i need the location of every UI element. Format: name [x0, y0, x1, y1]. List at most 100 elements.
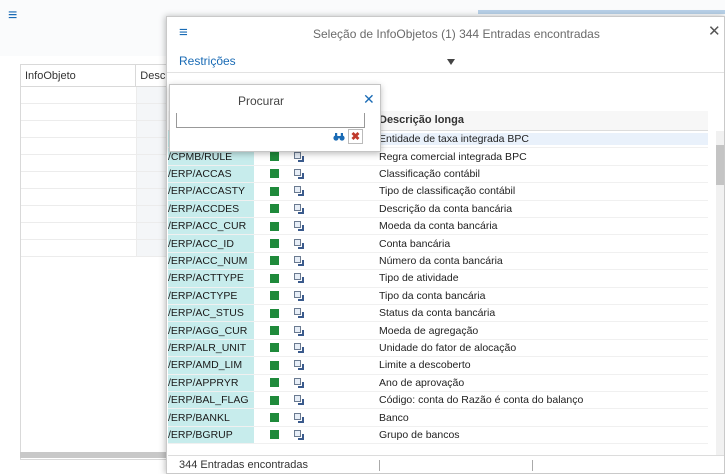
table-row[interactable]: /ERP/ACCDES Descrição da conta bancária [168, 200, 708, 218]
binoculars-icon[interactable] [332, 130, 346, 144]
table-row[interactable]: /ERP/ACTYPE Tipo da conta bancária [168, 287, 708, 305]
dialog-toolbar: Restrições [167, 51, 724, 73]
type-cell [294, 392, 374, 408]
background-table-row [21, 223, 169, 240]
table-row[interactable]: /ERP/AMD_LIM Limite a descoberto [168, 357, 708, 375]
infoobject-key: /ERP/ACCASTY [168, 183, 254, 200]
find-close-icon[interactable]: ✕ [363, 92, 375, 106]
infoobject-type-icon [294, 325, 304, 336]
restrictions-link[interactable]: Restrições [179, 54, 236, 68]
table-row[interactable]: /ERP/APPRYR Ano de aprovação [168, 374, 708, 392]
background-table-header: InfoObjeto Descr [21, 65, 169, 87]
long-description: Grupo de bancos [379, 428, 460, 441]
background-table: InfoObjeto Descr [20, 64, 170, 460]
type-cell [294, 322, 374, 338]
dialog-title: Seleção de InfoObjetos (1) 344 Entradas … [313, 27, 600, 41]
footer-separator [532, 460, 533, 471]
menu-icon[interactable]: ≡ [8, 8, 22, 24]
infoobject-key: /ERP/AMD_LIM [168, 357, 254, 374]
active-status-icon [269, 256, 279, 266]
dialog-header: ≡ Seleção de InfoObjetos (1) 344 Entrada… [167, 17, 724, 51]
infoobject-type-icon [294, 429, 304, 440]
infoobject-type-icon [294, 273, 304, 284]
long-description: Conta bancária [379, 237, 451, 250]
long-description: Moeda de agregação [379, 324, 479, 337]
table-row[interactable]: /ERP/ALR_UNIT Unidade do fator de alocaçã… [168, 339, 708, 358]
filter-dropdown-icon[interactable] [447, 59, 455, 65]
active-status-icon [269, 239, 279, 249]
background-table-row [21, 155, 169, 172]
table-row[interactable]: /ERP/ACC_ID Conta bancária [168, 235, 708, 253]
table-row[interactable]: /ERP/BANKL Banco [168, 409, 708, 427]
infoobject-type-icon [294, 308, 304, 319]
infoobject-key: /ERP/BANKL [168, 409, 254, 426]
infoobject-type-icon [294, 290, 304, 301]
table-row[interactable]: /ERP/ACCASTY Tipo de classificação contáb… [168, 183, 708, 201]
type-cell [294, 201, 374, 217]
long-description: Banco [379, 411, 409, 424]
long-description: Moeda da conta bancária [379, 220, 498, 233]
long-description: Tipo de atividade [379, 272, 459, 285]
infoobject-type-icon [294, 412, 304, 423]
find-input-border [176, 113, 177, 128]
dialog-menu-icon[interactable]: ≡ [179, 25, 188, 40]
type-cell [294, 357, 374, 373]
table-row[interactable]: /ERP/BAL_FLAG Código: conta do Razão é co… [168, 392, 708, 410]
status-cell [254, 201, 294, 217]
status-cell [254, 270, 294, 286]
table-row[interactable]: /ERP/ACC_CUR Moeda da conta bancária [168, 218, 708, 236]
status-cell [254, 305, 294, 321]
infoobject-key: /ERP/AGG_CUR [168, 322, 254, 339]
col-infoobjeto-label: InfoObjeto [25, 69, 76, 82]
long-description: Descrição da conta bancária [379, 202, 513, 215]
dialog-close-icon[interactable]: ✕ [708, 24, 721, 39]
infoobject-type-icon [294, 377, 304, 388]
long-description: Código: conta do Razão é conta do balanç… [379, 394, 584, 407]
background-table-row [21, 138, 169, 155]
grid-vscroll-thumb[interactable] [716, 145, 724, 185]
background-accent-bar [478, 10, 725, 14]
status-cell [254, 288, 294, 304]
active-status-icon [269, 186, 279, 196]
active-status-icon [269, 430, 279, 440]
infoobject-key: /ERP/ACTYPE [168, 287, 254, 304]
infoobject-key: /ERP/BGRUP [168, 426, 254, 444]
active-status-icon [269, 413, 279, 423]
status-cell [254, 427, 294, 443]
find-input-border [364, 113, 365, 128]
infoobject-type-icon [294, 151, 304, 162]
table-row[interactable]: /ERP/ACCAS Classificação contábil [168, 165, 708, 184]
table-row[interactable]: /ERP/ACTTYPE Tipo de atividade [168, 270, 708, 288]
active-status-icon [269, 308, 279, 318]
background-table-row [21, 240, 169, 257]
status-cell [254, 253, 294, 269]
active-status-icon [269, 273, 279, 283]
type-cell [294, 288, 374, 304]
find-input[interactable] [176, 113, 365, 128]
type-cell [294, 183, 374, 199]
status-cell [254, 166, 294, 182]
long-description: Ano de aprovação [379, 376, 465, 389]
active-status-icon [269, 360, 279, 370]
table-row[interactable]: /ERP/BGRUP Grupo de bancos [168, 426, 708, 445]
footer-separator [379, 460, 380, 471]
status-cell [254, 340, 294, 356]
dialog-footer: 344 Entradas encontradas [168, 455, 724, 473]
table-row[interactable]: /ERP/ACC_NUM Número da conta bancária [168, 252, 708, 271]
table-row[interactable]: /ERP/AC_STUS Status da conta bancária [168, 305, 708, 323]
long-description: Limite a descoberto [379, 359, 471, 372]
long-description: Entidade de taxa integrada BPC [374, 133, 708, 146]
infoobject-key: /ERP/APPRYR [168, 374, 254, 391]
infoobject-key: /ERP/ACC_NUM [168, 252, 254, 270]
active-status-icon [269, 291, 279, 301]
long-description: Regra comercial integrada BPC [379, 150, 527, 163]
status-cell [254, 183, 294, 199]
background-hscrollbar[interactable] [20, 452, 170, 458]
background-table-row [21, 189, 169, 206]
grid-vscrollbar[interactable] [716, 131, 724, 455]
column-header-long-description[interactable]: Descrição longa [379, 114, 464, 126]
table-row[interactable]: /ERP/AGG_CUR Moeda de agregação [168, 322, 708, 340]
long-description: Número da conta bancária [379, 254, 503, 267]
long-description: Tipo da conta bancária [379, 289, 486, 302]
clear-x-icon[interactable]: ✖ [348, 129, 363, 144]
